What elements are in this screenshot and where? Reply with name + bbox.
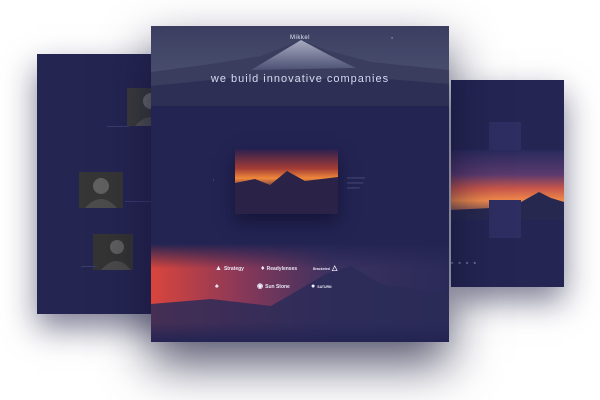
eye-icon: ◉ — [257, 283, 264, 290]
triangle-icon: △ — [331, 265, 338, 272]
sunset-featured-image — [235, 149, 338, 214]
brand-logo[interactable]: Mikkel — [288, 35, 312, 47]
side-label: ▪ — [213, 178, 215, 182]
bird-icon: ♦ — [261, 265, 265, 272]
team-photo-2 — [79, 172, 123, 208]
partner-logo-strategy[interactable]: ▲ Strategy — [215, 264, 244, 273]
divider — [81, 266, 97, 267]
mountain-sunset-band — [151, 244, 449, 342]
partner-logo-bracketed[interactable]: Bracketed △ — [313, 264, 337, 273]
partner-logo-readylenses[interactable]: ♦ Readylenses — [261, 264, 297, 273]
partner-logo-saturn[interactable]: ● SATURN — [311, 282, 332, 291]
text-lines: ━━━━━━━━━━ — [347, 176, 366, 180]
partner-logo-sunstone[interactable]: ◉ Sun Stone — [257, 282, 290, 291]
right-preview-card[interactable]: ■ ■ ■ ■ — [451, 80, 564, 287]
menu-icon[interactable]: ≡ — [391, 36, 394, 40]
hero-headline: we build innovative companies — [210, 73, 390, 85]
text-lines: ━━━━━━━ — [347, 186, 360, 190]
planet-icon: ● — [311, 283, 316, 290]
text-lines: ━━━━━━━━━ — [347, 181, 364, 185]
content-block — [489, 200, 521, 238]
social-icons: ■ ■ ■ ■ — [451, 260, 478, 265]
divider — [107, 126, 129, 127]
leaf-icon: ♠ — [215, 283, 219, 290]
mountain-icon: ▲ — [215, 265, 222, 272]
center-preview-card[interactable]: Mikkel ≡ we build innovative companies ▪… — [151, 26, 449, 342]
partner-logo-extra[interactable]: ♠ — [215, 282, 219, 291]
team-photo-3 — [93, 234, 133, 270]
